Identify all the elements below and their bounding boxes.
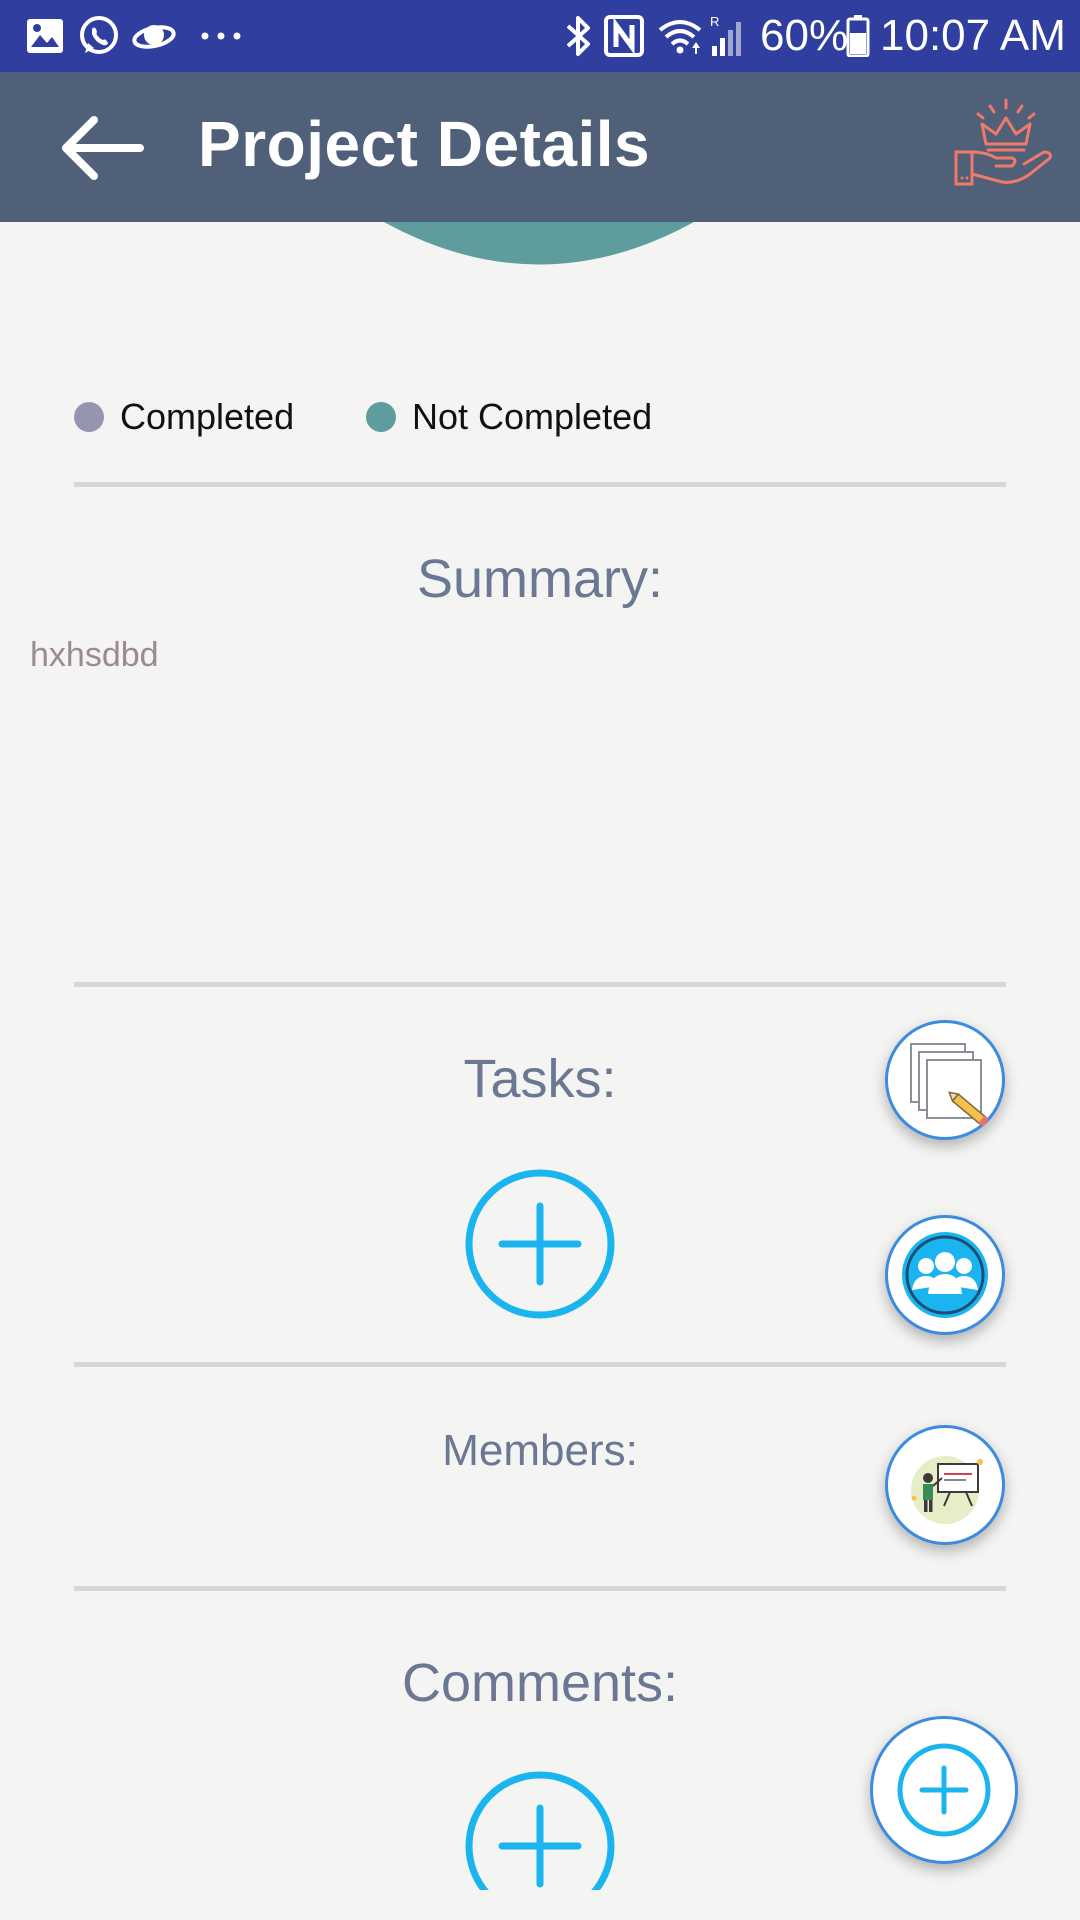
- back-button[interactable]: [56, 100, 152, 196]
- status-bar: R 60% 10:07 AM: [0, 0, 1080, 72]
- divider: [74, 1362, 1006, 1367]
- whatsapp-icon: [78, 14, 120, 58]
- clock: 10:07 AM: [880, 11, 1066, 60]
- signal-icon: R: [710, 14, 746, 58]
- team-fab[interactable]: [885, 1215, 1005, 1335]
- notes-pencil-icon: [910, 1043, 989, 1127]
- legend-label: Completed: [120, 396, 295, 437]
- progress-pie-chart: [384, 222, 694, 265]
- legend-label: Not Completed: [412, 396, 653, 437]
- presentation-fab[interactable]: [885, 1425, 1005, 1545]
- nfc-icon: [604, 14, 644, 58]
- legend-dot: [366, 402, 396, 432]
- divider: [74, 482, 1006, 487]
- add-task-button[interactable]: [464, 1168, 616, 1320]
- more-icon: [200, 14, 244, 58]
- planet-icon: [132, 14, 176, 58]
- project-details-screen: R 60% 10:07 AM Project Details Completed…: [0, 0, 1080, 1920]
- group-icon: [902, 1232, 988, 1318]
- legend-item-completed: Completed: [74, 396, 294, 438]
- legend-item-not-completed: Not Completed: [366, 396, 652, 438]
- plus-icon: [897, 1743, 991, 1837]
- battery-icon: [846, 14, 870, 58]
- legend-dot: [74, 402, 104, 432]
- divider: [74, 982, 1006, 987]
- divider: [74, 1586, 1006, 1591]
- summary-heading: Summary:: [416, 549, 664, 609]
- wifi-icon: [656, 14, 704, 58]
- summary-text: hxhsdbd: [30, 636, 159, 674]
- crown-hand-button[interactable]: [952, 94, 1056, 198]
- battery-percent: 60%: [760, 11, 849, 60]
- add-fab[interactable]: [870, 1716, 1018, 1864]
- page-title: Project Details: [198, 108, 651, 180]
- app-bar: Project Details: [0, 72, 1080, 222]
- comments-heading: Comments:: [401, 1653, 679, 1713]
- edit-tasks-fab[interactable]: [885, 1020, 1005, 1140]
- bluetooth-icon: [562, 14, 594, 58]
- add-circle-icon: [465, 1771, 615, 1890]
- gallery-icon: [26, 14, 64, 58]
- crown-hand-icon: [954, 98, 1052, 186]
- presentation-icon: [911, 1456, 983, 1524]
- svg-text:R: R: [710, 14, 719, 29]
- arrow-back-icon: [62, 116, 144, 180]
- add-comment-button[interactable]: [464, 1770, 616, 1890]
